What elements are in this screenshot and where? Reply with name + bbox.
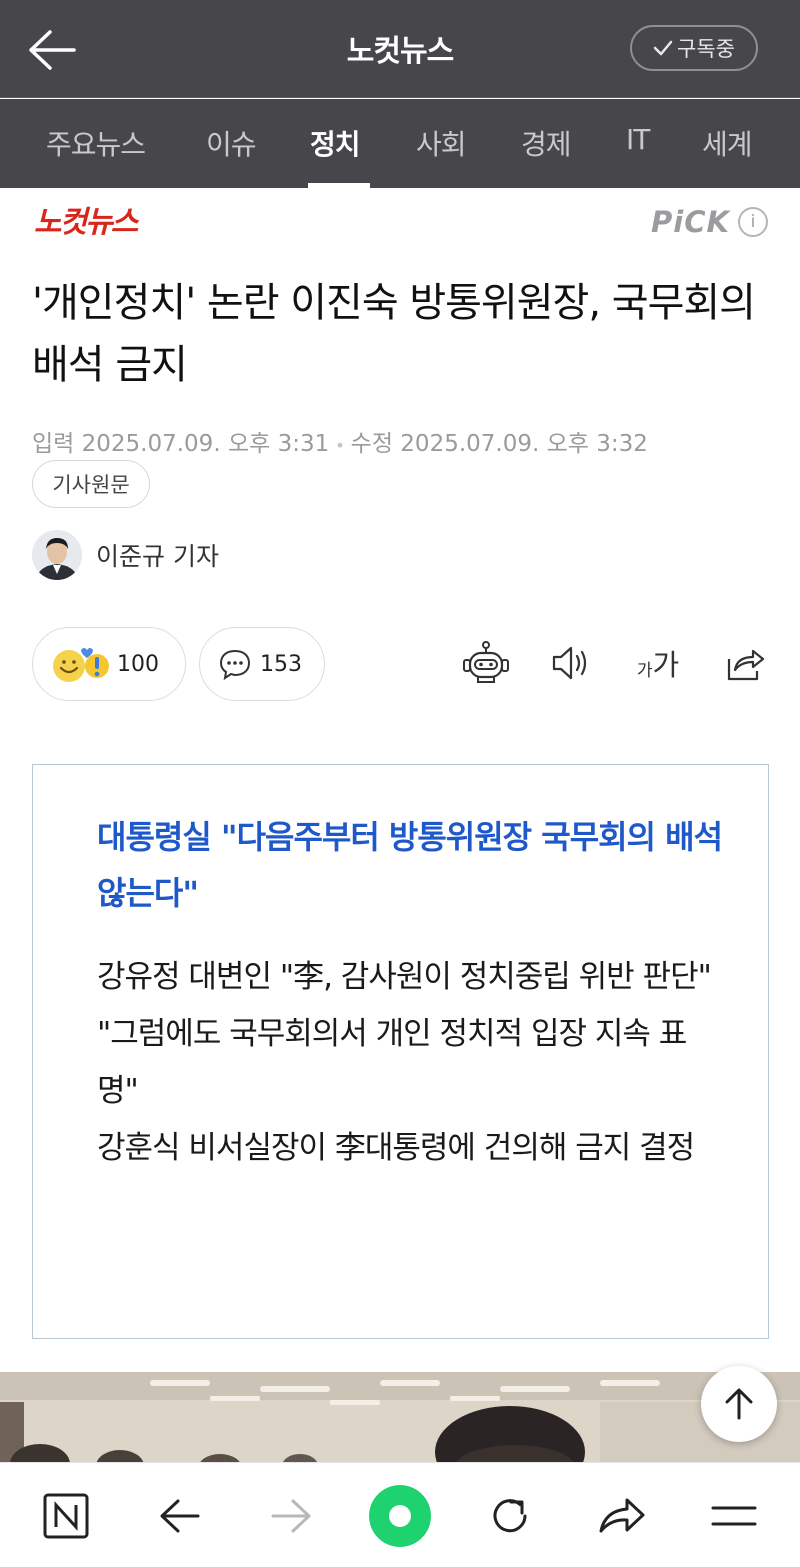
- reporter-avatar: [32, 530, 82, 580]
- person-photo-icon: [32, 530, 82, 580]
- logo-text: 노컷뉴스: [34, 206, 140, 239]
- summary-line: 강훈식 비서실장이 李대통령에 건의해 금지 결정: [97, 1130, 695, 1166]
- ai-summary-button[interactable]: [461, 638, 511, 688]
- bottom-navigation-bar: [0, 1462, 800, 1567]
- font-size-button[interactable]: 가 가: [630, 638, 686, 688]
- robot-icon: [463, 641, 509, 683]
- comment-bubble-icon: [219, 649, 251, 681]
- font-size-small-label: 가: [636, 660, 653, 681]
- article-headline: '개인정치' 논란 이진숙 방통위원장, 국무회의 배석 금지: [32, 280, 756, 388]
- check-icon: [653, 40, 673, 56]
- share-icon: [727, 649, 765, 681]
- original-article-button[interactable]: 기사원문: [32, 460, 150, 508]
- info-icon[interactable]: i: [738, 207, 768, 237]
- tab-issue[interactable]: 이슈: [206, 123, 257, 163]
- text-to-speech-button[interactable]: [546, 638, 596, 688]
- article-timestamps: 입력 2025.07.09. 오후 3:31 • 수정 2025.07.09. 오후…: [32, 424, 648, 458]
- press-logo[interactable]: 노컷뉴스: [34, 202, 149, 250]
- top-header: 노컷뉴스 구독중: [0, 0, 800, 98]
- refresh-button[interactable]: [477, 1483, 543, 1549]
- subscribe-button[interactable]: 구독중: [630, 25, 758, 71]
- separator-dot: •: [335, 436, 345, 455]
- modified-time: 수정 2025.07.09. 오후 3:32: [350, 431, 648, 457]
- nocut-news-logo: 노컷뉴스: [34, 206, 142, 239]
- article-photo: [0, 1372, 800, 1472]
- tab-main-news[interactable]: 주요뉴스: [46, 123, 146, 163]
- active-tab-indicator: [308, 183, 370, 188]
- arrow-left-icon: [160, 1499, 200, 1533]
- summary-line: 강유정 대변인 "李, 감사원이 정치중립 위반 판단": [97, 959, 712, 995]
- scroll-to-top-button[interactable]: [701, 1366, 777, 1442]
- emoji-reactions-icon: [53, 648, 109, 682]
- input-time: 입력 2025.07.09. 오후 3:31: [32, 431, 330, 457]
- tab-society[interactable]: 사회: [416, 123, 467, 163]
- reporter-name: 이준규 기자: [96, 542, 219, 571]
- arrow-up-icon: [725, 1388, 753, 1420]
- summary-line: "그럼에도 국무회의서 개인 정치적 입장 지속 표명": [97, 1016, 687, 1109]
- share-button[interactable]: [720, 638, 770, 688]
- font-size-large-label: 가: [652, 648, 680, 682]
- summary-title: 대통령실 "다음주부터 방통위원장 국무회의 배석 않는다": [97, 818, 723, 912]
- green-dot-icon: [369, 1485, 431, 1547]
- arrow-right-icon: [271, 1499, 311, 1533]
- subscribe-label: 구독중: [677, 37, 735, 61]
- browser-back-button[interactable]: [147, 1483, 213, 1549]
- green-home-button[interactable]: [367, 1483, 433, 1549]
- pick-badge[interactable]: PiCK i: [651, 205, 768, 239]
- share-page-button[interactable]: [589, 1483, 655, 1549]
- hamburger-menu-icon: [711, 1506, 757, 1526]
- tab-it[interactable]: IT: [626, 123, 650, 156]
- photo-illustration: [0, 1372, 800, 1472]
- speaker-icon: [552, 646, 587, 680]
- browser-forward-button[interactable]: [258, 1483, 324, 1549]
- reporter-info[interactable]: 이준규 기자: [32, 530, 219, 580]
- tab-world[interactable]: 세계: [702, 123, 753, 163]
- refresh-icon: [493, 1499, 527, 1533]
- news-article-screen: 노컷뉴스 구독중 주요뉴스 이슈 정치 사회 경제 IT 세계 노컷뉴스 PiC…: [0, 0, 800, 1567]
- tab-economy[interactable]: 경제: [521, 123, 572, 163]
- forward-share-icon: [599, 1498, 645, 1533]
- summary-lines: 강유정 대변인 "李, 감사원이 정치중립 위반 판단" "그럼에도 국무회의서…: [97, 949, 727, 1177]
- tab-politics[interactable]: 정치: [310, 123, 361, 163]
- category-tabs: 주요뉴스 이슈 정치 사회 경제 IT 세계: [0, 99, 800, 188]
- article-summary-box: 대통령실 "다음주부터 방통위원장 국무회의 배석 않는다" 강유정 대변인 "…: [32, 764, 769, 1339]
- naver-home-button[interactable]: [33, 1483, 99, 1549]
- pick-label: PiCK: [651, 205, 730, 239]
- reaction-button[interactable]: 100: [32, 627, 186, 701]
- reaction-count: 100: [117, 651, 159, 677]
- naver-n-icon: [43, 1493, 89, 1539]
- menu-button[interactable]: [701, 1483, 767, 1549]
- comment-count: 153: [260, 651, 302, 677]
- comment-button[interactable]: 153: [199, 627, 325, 701]
